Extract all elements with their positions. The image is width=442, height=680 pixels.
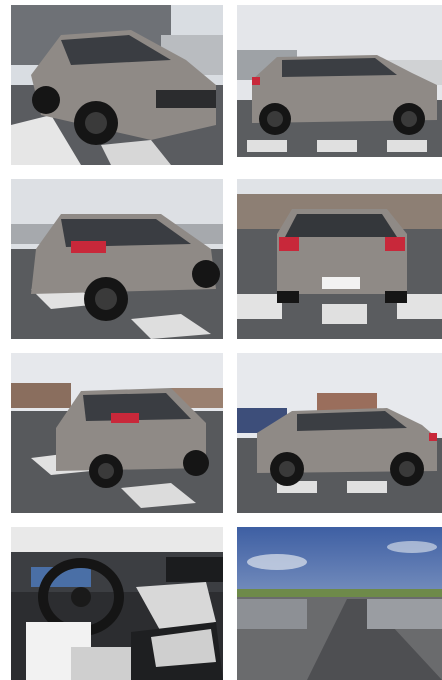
photo-thumbnail-side-left[interactable] [237, 353, 442, 513]
photo-gallery [0, 0, 442, 680]
car-photo-rear [237, 179, 442, 339]
photo-thumbnail-parking-lot[interactable] [237, 527, 442, 680]
photo-thumbnail-interior[interactable] [11, 527, 223, 680]
car-photo-rear-quarter [11, 179, 223, 339]
photo-thumbnail-rear[interactable] [237, 179, 442, 339]
car-photo-rear-wide [11, 353, 223, 513]
photo-thumbnail-rear-three-quarter[interactable] [11, 179, 223, 339]
photo-thumbnail-rear-wide[interactable] [11, 353, 223, 513]
parking-lot-photo [237, 527, 442, 680]
photo-thumbnail-side-right[interactable] [237, 5, 442, 157]
photo-thumbnail-front[interactable] [11, 5, 223, 165]
car-photo-interior [11, 527, 223, 680]
car-photo-side [237, 5, 442, 157]
car-photo-front [11, 5, 223, 165]
car-photo-side-left [237, 353, 442, 513]
